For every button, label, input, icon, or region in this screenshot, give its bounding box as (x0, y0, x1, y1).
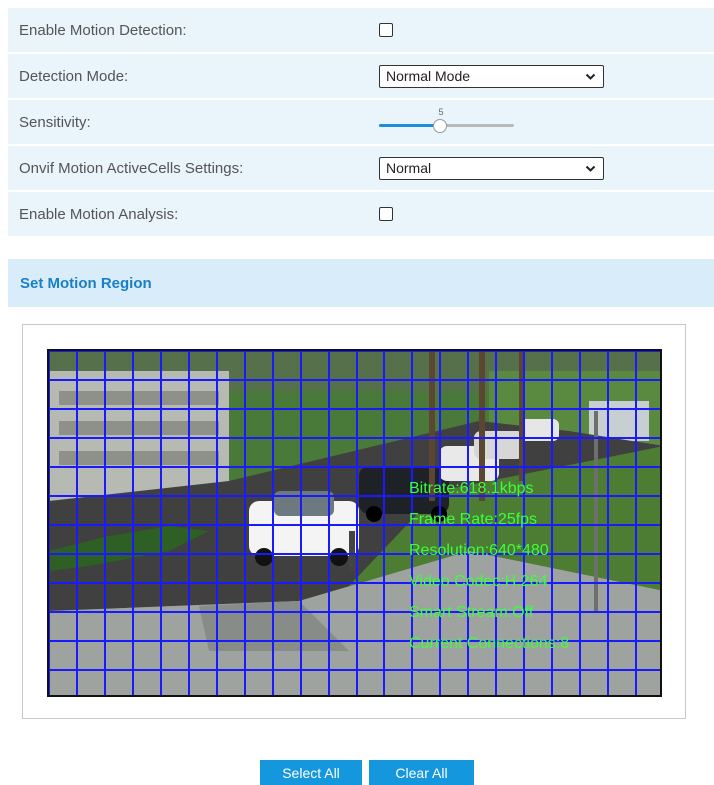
row-onvif-activecells: Onvif Motion ActiveCells Settings: Norma… (8, 146, 714, 192)
onvif-activecells-label: Onvif Motion ActiveCells Settings: (19, 159, 244, 177)
set-motion-region-title: Set Motion Region (20, 274, 152, 292)
enable-motion-detection-checkbox[interactable] (379, 23, 393, 37)
sensitivity-slider[interactable]: 5 (379, 107, 514, 137)
row-detection-mode: Detection Mode: Normal Mode (8, 54, 714, 100)
osd-resolution: Resolution:640*480 (409, 542, 549, 559)
osd-bitrate: Bitrate:618.1kbps (409, 480, 534, 497)
slider-fill (379, 124, 440, 127)
clear-all-button[interactable]: Clear All (369, 760, 474, 785)
row-sensitivity: Sensitivity: 5 (8, 100, 714, 146)
motion-grid-overlay[interactable] (49, 351, 662, 697)
osd-smart-stream: Smart Stream:Off (409, 604, 534, 621)
sensitivity-value: 5 (438, 107, 444, 117)
osd-connections: Current Connections:8 (409, 635, 570, 652)
onvif-activecells-select[interactable]: Normal (379, 156, 604, 180)
osd-frame-rate: Frame Rate:25fps (409, 511, 538, 528)
onvif-activecells-value: Normal (386, 160, 432, 176)
enable-motion-detection-label: Enable Motion Detection: (19, 21, 187, 39)
detection-mode-value: Normal Mode (386, 68, 471, 84)
osd-video-codec: Video Codec:H.264 (409, 573, 548, 590)
chevron-down-icon (585, 165, 596, 172)
enable-motion-analysis-checkbox[interactable] (379, 207, 393, 221)
motion-settings-form: Enable Motion Detection: Detection Mode:… (8, 8, 714, 238)
row-enable-motion-analysis: Enable Motion Analysis: (8, 192, 714, 238)
select-all-button[interactable]: Select All (260, 760, 362, 785)
set-motion-region-header: Set Motion Region (8, 259, 714, 307)
detection-mode-select[interactable]: Normal Mode (379, 64, 604, 88)
chevron-down-icon (585, 73, 596, 80)
motion-region-panel: Bitrate:618.1kbps Frame Rate:25fps Resol… (22, 324, 686, 719)
row-enable-motion-detection: Enable Motion Detection: (8, 8, 714, 54)
detection-mode-label: Detection Mode: (19, 67, 129, 85)
video-osd-overlay: Bitrate:618.1kbps Frame Rate:25fps Resol… (409, 473, 569, 659)
sensitivity-label: Sensitivity: (19, 113, 91, 131)
enable-motion-analysis-label: Enable Motion Analysis: (19, 205, 179, 223)
camera-video-preview[interactable]: Bitrate:618.1kbps Frame Rate:25fps Resol… (47, 349, 662, 697)
slider-thumb[interactable] (433, 119, 447, 133)
